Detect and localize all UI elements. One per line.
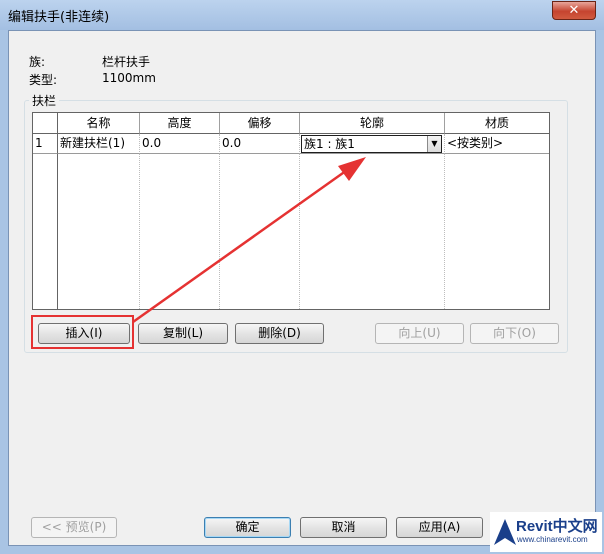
grid-line	[219, 154, 220, 309]
delete-button[interactable]: 删除(D)	[235, 323, 324, 344]
watermark-url: www.chinarevit.com	[517, 535, 588, 544]
profile-dropdown-value: 族1 : 族1	[304, 137, 355, 151]
column-header-material[interactable]: 材质	[445, 113, 549, 134]
type-label: 类型:	[29, 73, 58, 87]
cell-material[interactable]: <按类别>	[445, 134, 549, 154]
cell-offset[interactable]: 0.0	[220, 134, 300, 154]
copy-button[interactable]: 复制(L)	[138, 323, 228, 344]
ok-button[interactable]: 确定	[204, 517, 291, 538]
rails-group-title: 扶栏	[29, 92, 60, 109]
watermark-logo: Revit中文网 www.chinarevit.com	[490, 512, 602, 552]
watermark-main-text: Revit中文网	[516, 518, 598, 535]
profile-dropdown[interactable]: 族1 : 族1 ▼	[301, 135, 442, 153]
type-value: 1100mm	[102, 71, 156, 85]
row-header-column	[33, 134, 58, 309]
cell-name[interactable]: 新建扶栏(1)	[58, 134, 140, 154]
rails-table: 名称 高度 偏移 轮廓 材质 1 新建扶栏(1) 0.0 0.0 <按类别> 族…	[32, 112, 550, 310]
column-header-name[interactable]: 名称	[58, 113, 140, 134]
grid-line	[139, 154, 140, 309]
corner-header	[33, 113, 58, 134]
close-button[interactable]: ✕	[552, 1, 596, 20]
grid-line	[299, 154, 300, 309]
logo-arrow-icon	[494, 519, 516, 545]
move-down-button[interactable]: 向下(O)	[470, 323, 559, 344]
family-label: 族:	[29, 55, 46, 69]
column-header-height[interactable]: 高度	[140, 113, 220, 134]
family-value: 栏杆扶手	[102, 55, 151, 69]
column-header-offset[interactable]: 偏移	[220, 113, 300, 134]
chevron-down-icon[interactable]: ▼	[427, 136, 441, 152]
title-bar[interactable]: 编辑扶手(非连续) ✕	[0, 0, 604, 30]
column-header-profile[interactable]: 轮廓	[300, 113, 445, 134]
cancel-button[interactable]: 取消	[300, 517, 387, 538]
close-icon: ✕	[568, 3, 580, 18]
window-title: 编辑扶手(非连续)	[8, 10, 110, 25]
apply-button[interactable]: 应用(A)	[396, 517, 483, 538]
insert-highlight-annotation	[31, 315, 134, 349]
grid-line	[444, 154, 445, 309]
row-index[interactable]: 1	[33, 134, 58, 154]
move-up-button[interactable]: 向上(U)	[375, 323, 464, 344]
cell-height[interactable]: 0.0	[140, 134, 220, 154]
preview-button[interactable]: << 预览(P)	[31, 517, 117, 538]
